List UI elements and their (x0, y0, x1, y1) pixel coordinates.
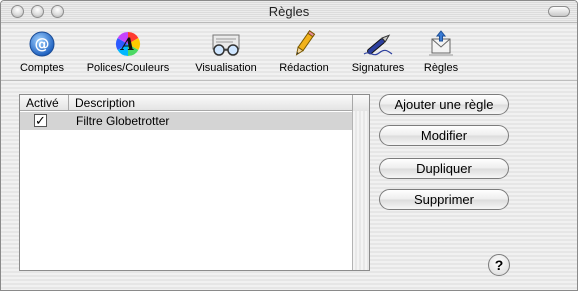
preferences-toolbar: @ Comptes A Polices/Couleurs Visualisati… (1, 23, 577, 81)
toolbar-item-signatures[interactable]: Signatures (345, 29, 411, 74)
toolbar-item-comptes[interactable]: @ Comptes (14, 29, 70, 74)
glasses-icon (212, 34, 240, 56)
toolbar-label: Règles (423, 62, 459, 74)
toolbar-toggle-button[interactable] (548, 6, 570, 17)
svg-text:@: @ (35, 35, 50, 53)
help-button[interactable]: ? (488, 254, 510, 276)
add-rule-button[interactable]: Ajouter une règle (379, 94, 509, 115)
rules-icon (429, 30, 453, 56)
color-font-icon: A (115, 31, 141, 56)
toolbar-item-redaction[interactable]: Rédaction (274, 29, 334, 74)
toolbar-item-regles[interactable]: Règles (419, 29, 463, 74)
toolbar-label: Signatures (351, 62, 405, 74)
toolbar-label: Rédaction (279, 62, 329, 74)
column-header-description[interactable]: Description (75, 96, 135, 110)
rule-description: Filtre Globetrotter (76, 114, 170, 128)
toolbar-label: Visualisation (195, 62, 257, 74)
window-title: Règles (268, 4, 310, 19)
pen-icon (363, 34, 393, 56)
table-row[interactable]: ✓ Filtre Globetrotter (20, 112, 352, 130)
toolbar-label: Polices/Couleurs (86, 62, 170, 74)
rules-table: Activé Description ✓ Filtre Globetrotter (19, 94, 370, 271)
at-sign-icon: @ (29, 31, 55, 57)
svg-text:A: A (119, 35, 134, 55)
column-divider[interactable] (68, 95, 69, 111)
delete-rule-button[interactable]: Supprimer (379, 189, 509, 210)
toolbar-label: Comptes (19, 62, 65, 74)
edit-rule-button[interactable]: Modifier (379, 125, 509, 146)
pencil-icon (295, 30, 316, 56)
table-header: Activé Description (20, 95, 369, 111)
table-corner (352, 95, 369, 111)
rules-window: Règles @ Comptes A Polices/Couleurs Visu… (0, 0, 578, 291)
title-bar[interactable]: Règles (1, 1, 577, 23)
toolbar-item-polices-couleurs[interactable]: A Polices/Couleurs (80, 29, 176, 74)
column-header-enabled[interactable]: Activé (26, 96, 59, 110)
duplicate-rule-button[interactable]: Dupliquer (379, 158, 509, 179)
vertical-scrollbar[interactable] (352, 111, 369, 270)
enabled-checkbox[interactable]: ✓ (34, 114, 47, 127)
toolbar-item-visualisation[interactable]: Visualisation (189, 29, 263, 74)
